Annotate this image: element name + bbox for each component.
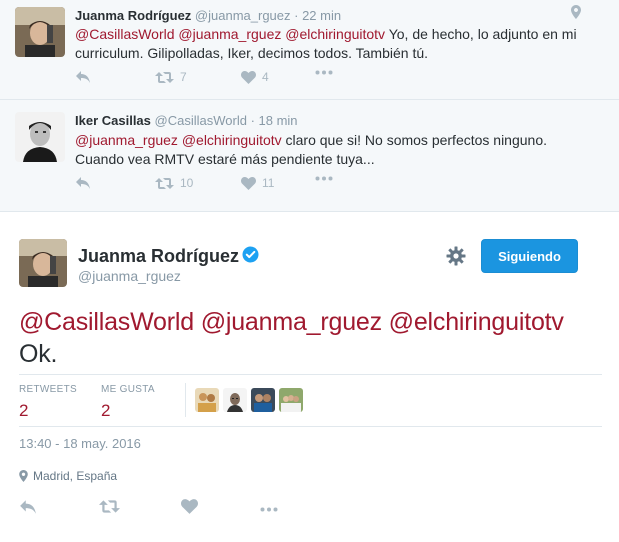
user-handle[interactable]: @juanma_rguez [78, 268, 181, 284]
more-button[interactable] [259, 507, 279, 512]
liker-avatar[interactable] [195, 388, 219, 412]
retweet-count: 10 [180, 176, 194, 190]
location-text[interactable]: Madrid, España [33, 469, 117, 483]
tweet-text: @juanma_rguez @elchiringuitotv claro que… [75, 131, 595, 169]
tweet-text: @CasillasWorld @juanma_rguez @elchiringu… [19, 306, 599, 370]
like-button[interactable]: 11 [241, 176, 274, 190]
following-button[interactable]: Siguiendo [481, 239, 578, 273]
liker-avatars [195, 388, 303, 412]
like-icon [241, 176, 256, 190]
like-icon [181, 499, 198, 514]
reply-button[interactable] [19, 499, 37, 515]
tweet-actions: 10 11 [75, 176, 375, 196]
mention-link[interactable]: @elchiringuitotv [182, 132, 282, 148]
reply-button[interactable] [75, 176, 91, 190]
retweet-button[interactable]: 10 [155, 176, 193, 190]
liker-avatar[interactable] [279, 388, 303, 412]
more-button[interactable] [315, 176, 333, 181]
tweet-header: Iker Casillas @CasillasWorld · 18 min [75, 113, 298, 128]
user-name[interactable]: Juanma Rodríguez [78, 246, 259, 267]
like-count: 11 [262, 176, 275, 190]
retweet-icon [99, 500, 120, 513]
tweet-stats: RETWEETS 2 ME GUSTA 2 [19, 374, 602, 427]
more-icon [315, 176, 333, 181]
more-icon [260, 507, 278, 512]
timestamp[interactable]: · 18 min [251, 113, 298, 128]
location-pin-icon [19, 470, 28, 482]
user-handle[interactable]: @CasillasWorld [155, 113, 247, 128]
mention-link[interactable]: @elchiringuitotv [389, 308, 564, 336]
avatar[interactable] [19, 239, 67, 287]
main-tweet: Juanma Rodríguez @juanma_rguez Siguiendo… [0, 211, 619, 542]
mention-link[interactable]: @juanma_rguez [75, 132, 178, 148]
user-name-text[interactable]: Juanma Rodríguez [78, 246, 239, 266]
liker-avatar[interactable] [251, 388, 275, 412]
retweet-icon [155, 177, 174, 189]
retweets-stat[interactable]: RETWEETS 2 [19, 384, 77, 421]
mention-link[interactable]: @CasillasWorld [19, 308, 194, 336]
reply-icon [76, 177, 90, 189]
gear-icon[interactable] [446, 246, 466, 271]
tweet-body: Ok. [19, 340, 58, 368]
avatar[interactable] [15, 112, 65, 162]
divider [185, 383, 186, 417]
retweet-button[interactable] [99, 499, 120, 514]
mention-link[interactable]: @juanma_rguez [201, 308, 382, 336]
tweet-location[interactable]: Madrid, España [19, 469, 117, 483]
stat-label: RETWEETS [19, 384, 77, 395]
stat-value: 2 [19, 401, 29, 420]
user-name[interactable]: Iker Casillas [75, 113, 151, 128]
tweet-actions [19, 499, 319, 521]
tweet-timestamp[interactable]: 13:40 - 18 may. 2016 [19, 436, 141, 451]
stat-value: 2 [101, 401, 111, 420]
reply-icon [20, 500, 36, 514]
stat-label: ME GUSTA [101, 384, 155, 395]
liker-avatar[interactable] [223, 388, 247, 412]
likes-stat[interactable]: ME GUSTA 2 [101, 384, 155, 421]
conversation-replies: Juanma Rodríguez @juanma_rguez · 22 min … [0, 0, 619, 211]
reply-tweet[interactable]: Iker Casillas @CasillasWorld · 18 min @j… [0, 0, 619, 190]
verified-icon [242, 246, 259, 263]
like-button[interactable] [181, 499, 198, 514]
